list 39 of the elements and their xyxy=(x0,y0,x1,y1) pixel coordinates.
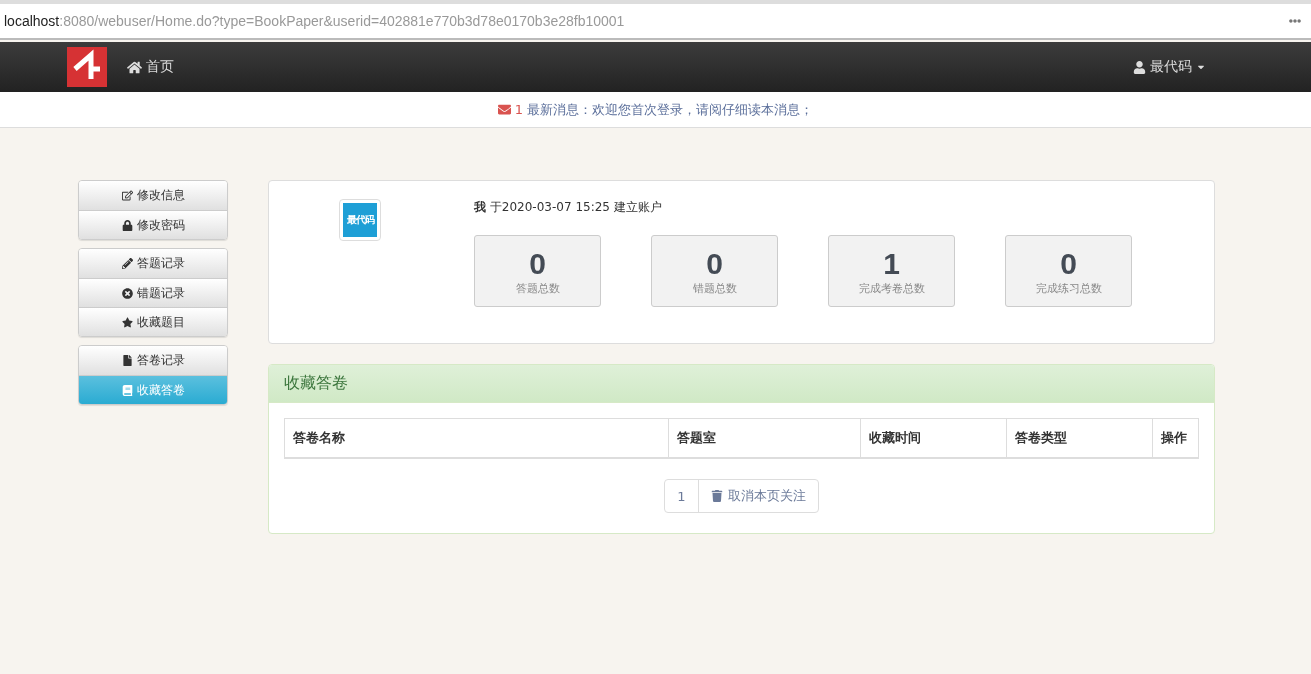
page-link[interactable]: 1 xyxy=(665,480,698,512)
column-header: 收藏时间 xyxy=(860,418,1007,458)
stat-label: 完成考卷总数 xyxy=(858,280,925,296)
stat-value: 0 xyxy=(706,246,723,281)
home-link[interactable]: 首页 xyxy=(127,58,174,76)
stat-value: 0 xyxy=(529,246,546,281)
sidebar-item[interactable]: 修改密码 xyxy=(79,210,227,239)
lock-icon xyxy=(121,219,133,231)
user-icon xyxy=(1133,60,1146,74)
column-header: 答卷类型 xyxy=(1006,418,1153,458)
sidebar-item[interactable]: 答题记录 xyxy=(79,249,227,278)
unfollow-button[interactable]: 取消本页关注 xyxy=(697,480,818,512)
home-icon xyxy=(127,59,142,75)
file-icon xyxy=(121,355,133,366)
mail-icon xyxy=(497,103,511,116)
trash-icon xyxy=(710,490,723,502)
sidebar-item[interactable]: 修改信息 xyxy=(79,181,227,210)
column-header: 答题室 xyxy=(668,418,861,458)
stat-label: 答题总数 xyxy=(515,280,560,296)
account-info: 我 于2020-03-07 15:25 建立账户 xyxy=(474,199,663,216)
message-count: 1 xyxy=(514,102,524,117)
sidebar-item[interactable]: 答卷记录 xyxy=(79,346,227,375)
stat-label: 完成练习总数 xyxy=(1035,280,1102,296)
sidebar-item[interactable]: 错题记录 xyxy=(79,278,227,307)
book-icon xyxy=(121,384,133,396)
sidebar-item[interactable]: 收藏题目 xyxy=(79,307,227,336)
stat-value: 1 xyxy=(883,246,900,281)
logo-icon[interactable] xyxy=(67,47,107,87)
column-header: 答卷名称 xyxy=(284,418,669,458)
pencil-icon xyxy=(121,258,133,269)
star-icon xyxy=(121,316,133,328)
stat-value: 0 xyxy=(1060,246,1077,281)
avatar-logo: 最代码 xyxy=(343,203,377,237)
panel-title: 收藏答卷 xyxy=(269,365,1214,403)
stat-label: 错题总数 xyxy=(692,280,737,296)
notice-message[interactable]: 最新消息：欢迎您首次登录，请阅仔细读本消息； xyxy=(527,100,814,119)
column-header: 操作 xyxy=(1152,418,1199,458)
user-menu[interactable]: 最代码 xyxy=(1133,58,1206,76)
edit-icon xyxy=(121,190,133,201)
